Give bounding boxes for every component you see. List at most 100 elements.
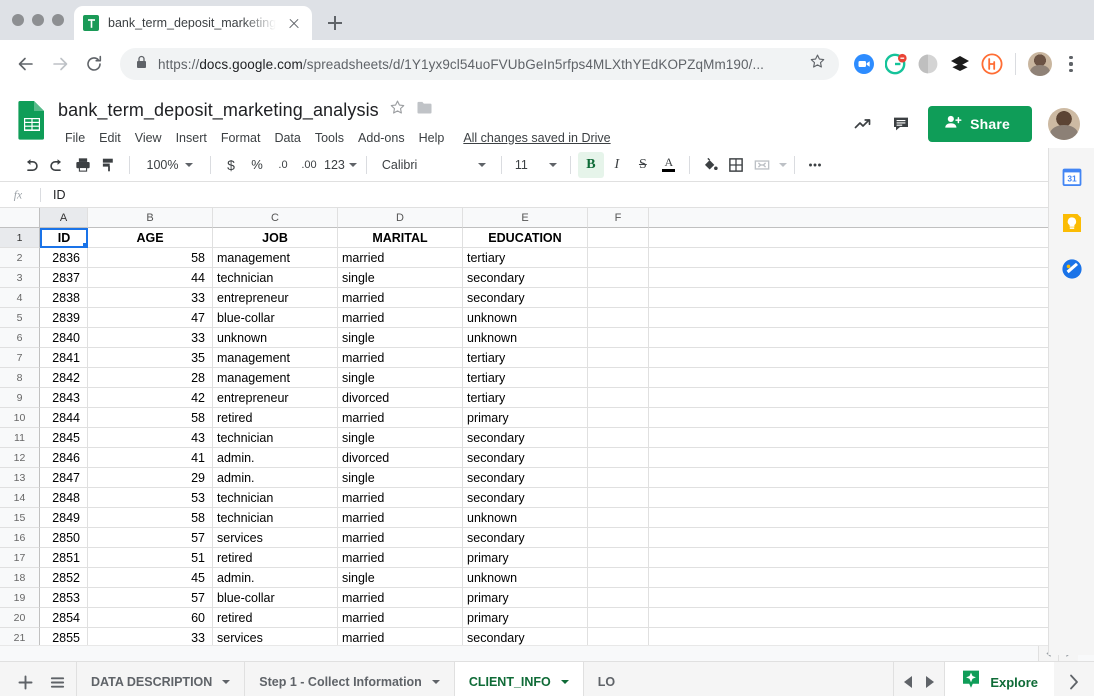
cell-A8[interactable]: 2842: [40, 368, 88, 388]
cell-C4[interactable]: entrepreneur: [213, 288, 338, 308]
column-header-c[interactable]: C: [213, 208, 338, 228]
bookmark-star-icon[interactable]: [809, 53, 826, 75]
cell-D16[interactable]: married: [338, 528, 463, 548]
row-header-14[interactable]: 14: [0, 488, 40, 508]
cell-F19[interactable]: [588, 588, 649, 608]
column-header-d[interactable]: D: [338, 208, 463, 228]
paint-format-icon[interactable]: [96, 152, 122, 178]
cell-A13[interactable]: 2847: [40, 468, 88, 488]
row-header-3[interactable]: 3: [0, 268, 40, 288]
sheet-tab-client-info[interactable]: CLIENT_INFO: [453, 662, 583, 696]
row-header-19[interactable]: 19: [0, 588, 40, 608]
cell-E1[interactable]: EDUCATION: [463, 228, 588, 248]
cell-E7[interactable]: tertiary: [463, 348, 588, 368]
cell-A5[interactable]: 2839: [40, 308, 88, 328]
sheet-tab-step-1-collect-information[interactable]: Step 1 - Collect Information: [244, 662, 454, 696]
cell-E4[interactable]: secondary: [463, 288, 588, 308]
layers-extension-icon[interactable]: [949, 53, 971, 75]
cell-C9[interactable]: entrepreneur: [213, 388, 338, 408]
reload-icon[interactable]: [78, 48, 110, 80]
browser-profile-avatar[interactable]: [1028, 52, 1052, 76]
cell-E9[interactable]: tertiary: [463, 388, 588, 408]
row-header-1[interactable]: 1: [0, 228, 40, 248]
chevron-down-icon[interactable]: [778, 162, 787, 167]
gray-circle-extension-icon[interactable]: [917, 53, 939, 75]
cell-C10[interactable]: retired: [213, 408, 338, 428]
close-window-button[interactable]: [12, 14, 24, 26]
cell-E10[interactable]: primary: [463, 408, 588, 428]
google-calendar-icon[interactable]: 31: [1061, 166, 1083, 188]
cell-D20[interactable]: married: [338, 608, 463, 628]
cell-C2[interactable]: management: [213, 248, 338, 268]
cell-D14[interactable]: married: [338, 488, 463, 508]
cell-B21[interactable]: 33: [88, 628, 213, 645]
row-header-4[interactable]: 4: [0, 288, 40, 308]
strikethrough-button[interactable]: S: [630, 152, 656, 178]
forward-arrow-icon[interactable]: [44, 48, 76, 80]
undo-icon[interactable]: [18, 152, 44, 178]
row-header-10[interactable]: 10: [0, 408, 40, 428]
cell-B13[interactable]: 29: [88, 468, 213, 488]
cell-A1[interactable]: ID: [40, 228, 88, 248]
sheet-tab-chevron-down-icon[interactable]: [431, 680, 440, 684]
cell-F17[interactable]: [588, 548, 649, 568]
cell-E6[interactable]: unknown: [463, 328, 588, 348]
cell-F12[interactable]: [588, 448, 649, 468]
share-button[interactable]: Share: [928, 106, 1032, 142]
cell-A15[interactable]: 2849: [40, 508, 88, 528]
cell-E17[interactable]: primary: [463, 548, 588, 568]
cell-A11[interactable]: 2845: [40, 428, 88, 448]
cell-B17[interactable]: 51: [88, 548, 213, 568]
redo-icon[interactable]: [44, 152, 70, 178]
cell-F5[interactable]: [588, 308, 649, 328]
cell-D1[interactable]: MARITAL: [338, 228, 463, 248]
address-bar[interactable]: https://docs.google.com/spreadsheets/d/1…: [120, 48, 839, 80]
all-sheets-hamburger-icon[interactable]: [42, 667, 72, 696]
cell-A16[interactable]: 2850: [40, 528, 88, 548]
new-tab-button[interactable]: [321, 9, 349, 37]
cell-D17[interactable]: married: [338, 548, 463, 568]
cell-C19[interactable]: blue-collar: [213, 588, 338, 608]
cell-C12[interactable]: admin.: [213, 448, 338, 468]
menu-addons[interactable]: Add-ons: [351, 128, 412, 148]
font-family-selector[interactable]: Calibri: [374, 152, 494, 178]
cell-D5[interactable]: married: [338, 308, 463, 328]
cell-B11[interactable]: 43: [88, 428, 213, 448]
cell-E2[interactable]: tertiary: [463, 248, 588, 268]
google-keep-icon[interactable]: [1061, 212, 1083, 234]
cell-D6[interactable]: single: [338, 328, 463, 348]
minimize-window-button[interactable]: [32, 14, 44, 26]
cell-F11[interactable]: [588, 428, 649, 448]
sheet-tab-data-description[interactable]: DATA DESCRIPTION: [76, 662, 244, 696]
cell-F1[interactable]: [588, 228, 649, 248]
cell-C5[interactable]: blue-collar: [213, 308, 338, 328]
cell-C11[interactable]: technician: [213, 428, 338, 448]
row-header-5[interactable]: 5: [0, 308, 40, 328]
close-tab-icon[interactable]: [285, 14, 303, 32]
cell-C16[interactable]: services: [213, 528, 338, 548]
horizontal-scroll-zone[interactable]: [0, 645, 1094, 661]
cell-A14[interactable]: 2848: [40, 488, 88, 508]
menu-format[interactable]: Format: [214, 128, 268, 148]
cell-B18[interactable]: 45: [88, 568, 213, 588]
cell-A3[interactable]: 2837: [40, 268, 88, 288]
cell-A6[interactable]: 2840: [40, 328, 88, 348]
cell-C6[interactable]: unknown: [213, 328, 338, 348]
cell-B7[interactable]: 35: [88, 348, 213, 368]
merge-cells-button[interactable]: [749, 152, 775, 178]
cell-B14[interactable]: 53: [88, 488, 213, 508]
row-header-20[interactable]: 20: [0, 608, 40, 628]
explore-button[interactable]: Explore: [944, 662, 1054, 696]
previous-sheet-arrow-icon[interactable]: [904, 676, 913, 688]
cell-A18[interactable]: 2852: [40, 568, 88, 588]
cell-B6[interactable]: 33: [88, 328, 213, 348]
cell-F15[interactable]: [588, 508, 649, 528]
row-header-2[interactable]: 2: [0, 248, 40, 268]
cell-F8[interactable]: [588, 368, 649, 388]
menu-help[interactable]: Help: [412, 128, 452, 148]
bold-button[interactable]: B: [577, 151, 604, 178]
cell-F20[interactable]: [588, 608, 649, 628]
cell-D19[interactable]: married: [338, 588, 463, 608]
row-header-9[interactable]: 9: [0, 388, 40, 408]
cell-B3[interactable]: 44: [88, 268, 213, 288]
